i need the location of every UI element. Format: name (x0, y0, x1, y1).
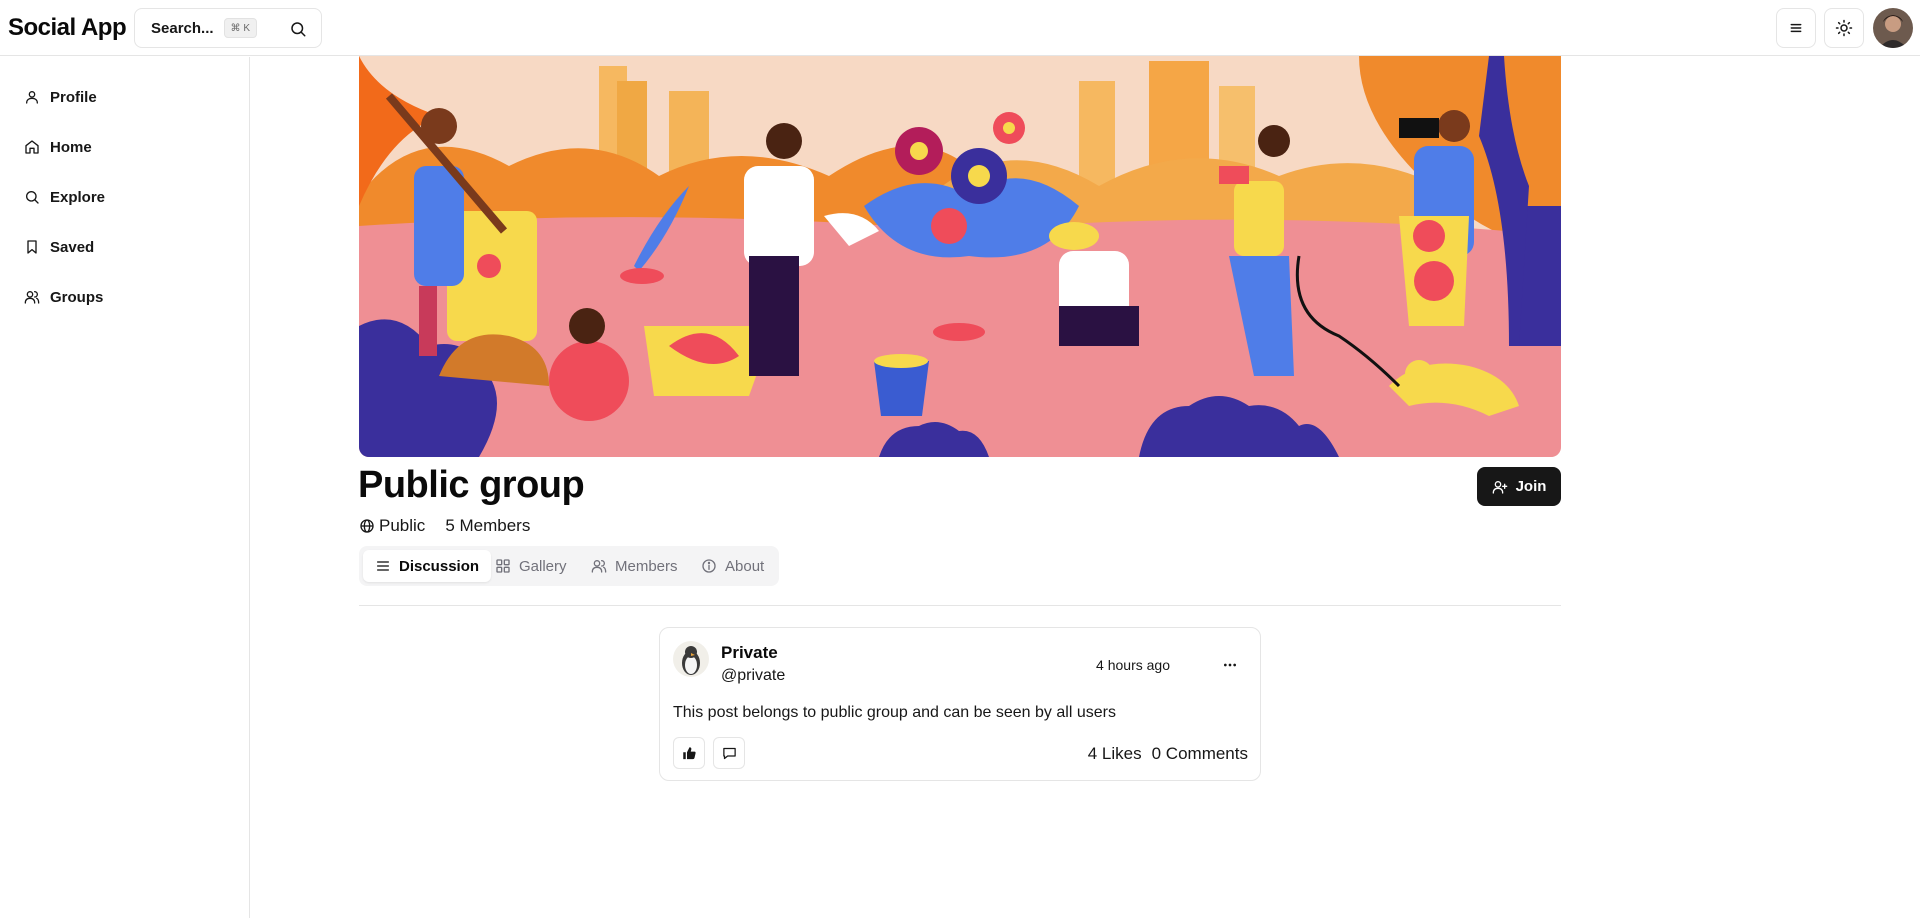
users-icon (591, 560, 607, 573)
user-icon (26, 91, 38, 104)
comments-count[interactable]: 0 Comments (1152, 744, 1248, 764)
sidebar: Profile Home Explore Saved Groups (0, 57, 250, 918)
sidebar-item-saved[interactable]: Saved (24, 235, 94, 259)
section-divider (359, 605, 1561, 606)
more-horizontal-icon (1224, 663, 1236, 667)
globe-icon (360, 519, 374, 533)
tab-gallery[interactable]: Gallery (483, 550, 579, 582)
comment-icon (722, 747, 736, 759)
sidebar-item-groups[interactable]: Groups (24, 285, 103, 309)
comment-button[interactable] (713, 737, 745, 769)
app-title[interactable]: Social App (8, 14, 127, 42)
sun-icon (1835, 19, 1853, 37)
post-timestamp: 4 hours ago (1096, 657, 1170, 673)
tab-label: Discussion (399, 557, 480, 575)
post-content: This post belongs to public group and ca… (673, 704, 1116, 721)
thumbs-up-icon (682, 746, 696, 759)
bookmark-icon (27, 240, 37, 254)
sidebar-item-label: Profile (50, 88, 97, 106)
shortcut-badge: ⌘ K (223, 18, 257, 38)
join-label: Join (1515, 478, 1547, 495)
tab-label: Members (615, 557, 678, 575)
visibility-badge: Public (359, 516, 425, 536)
likes-count[interactable]: 4 Likes (1088, 744, 1142, 764)
cover-illustration (359, 56, 1561, 457)
visibility-label: Public (379, 516, 426, 535)
list-icon (377, 561, 389, 571)
theme-toggle-button[interactable] (1824, 8, 1864, 48)
tab-discussion[interactable]: Discussion (363, 550, 492, 582)
post-stats: 4 Likes 0 Comments (1088, 744, 1248, 764)
menu-button[interactable] (1776, 8, 1816, 48)
sidebar-item-label: Groups (50, 288, 104, 306)
sidebar-item-label: Explore (50, 188, 106, 206)
member-count[interactable]: 5 Members (445, 516, 530, 536)
users-icon (24, 291, 40, 304)
penguin-avatar (673, 641, 709, 677)
tab-label: Gallery (519, 557, 567, 575)
search-icon (291, 22, 306, 37)
post-author-avatar[interactable] (673, 641, 709, 677)
post-author-handle[interactable]: @private (721, 667, 785, 685)
like-button[interactable] (673, 737, 705, 769)
user-plus-icon (1492, 480, 1507, 494)
group-title: Public group (358, 464, 585, 506)
search-placeholder: Search... (151, 19, 214, 37)
tab-about[interactable]: About (689, 550, 776, 582)
post-options-button[interactable] (1218, 655, 1242, 675)
group-cover-image (359, 56, 1561, 457)
menu-icon (1790, 23, 1802, 33)
search-box[interactable]: Search... ⌘ K (134, 8, 322, 48)
info-icon (702, 559, 716, 573)
post-card: Private @private 4 hours ago This post b… (659, 627, 1261, 781)
grid-icon (496, 559, 510, 573)
sidebar-item-label: Home (50, 138, 92, 156)
tab-label: About (725, 557, 765, 575)
top-header: Social App Search... ⌘ K (0, 0, 1920, 56)
home-icon (25, 140, 39, 154)
group-tabs: Discussion Gallery Members About (359, 546, 779, 586)
tab-members[interactable]: Members (579, 550, 690, 582)
group-meta: Public 5 Members (359, 516, 530, 536)
avatar-image (1873, 8, 1913, 48)
post-author-name[interactable]: Private (721, 643, 778, 663)
sidebar-item-home[interactable]: Home (24, 135, 92, 159)
sidebar-item-label: Saved (50, 238, 95, 256)
user-avatar[interactable] (1873, 8, 1913, 48)
sidebar-item-profile[interactable]: Profile (24, 85, 97, 109)
search-icon (26, 191, 39, 204)
sidebar-item-explore[interactable]: Explore (24, 185, 105, 209)
join-button[interactable]: Join (1477, 467, 1561, 506)
